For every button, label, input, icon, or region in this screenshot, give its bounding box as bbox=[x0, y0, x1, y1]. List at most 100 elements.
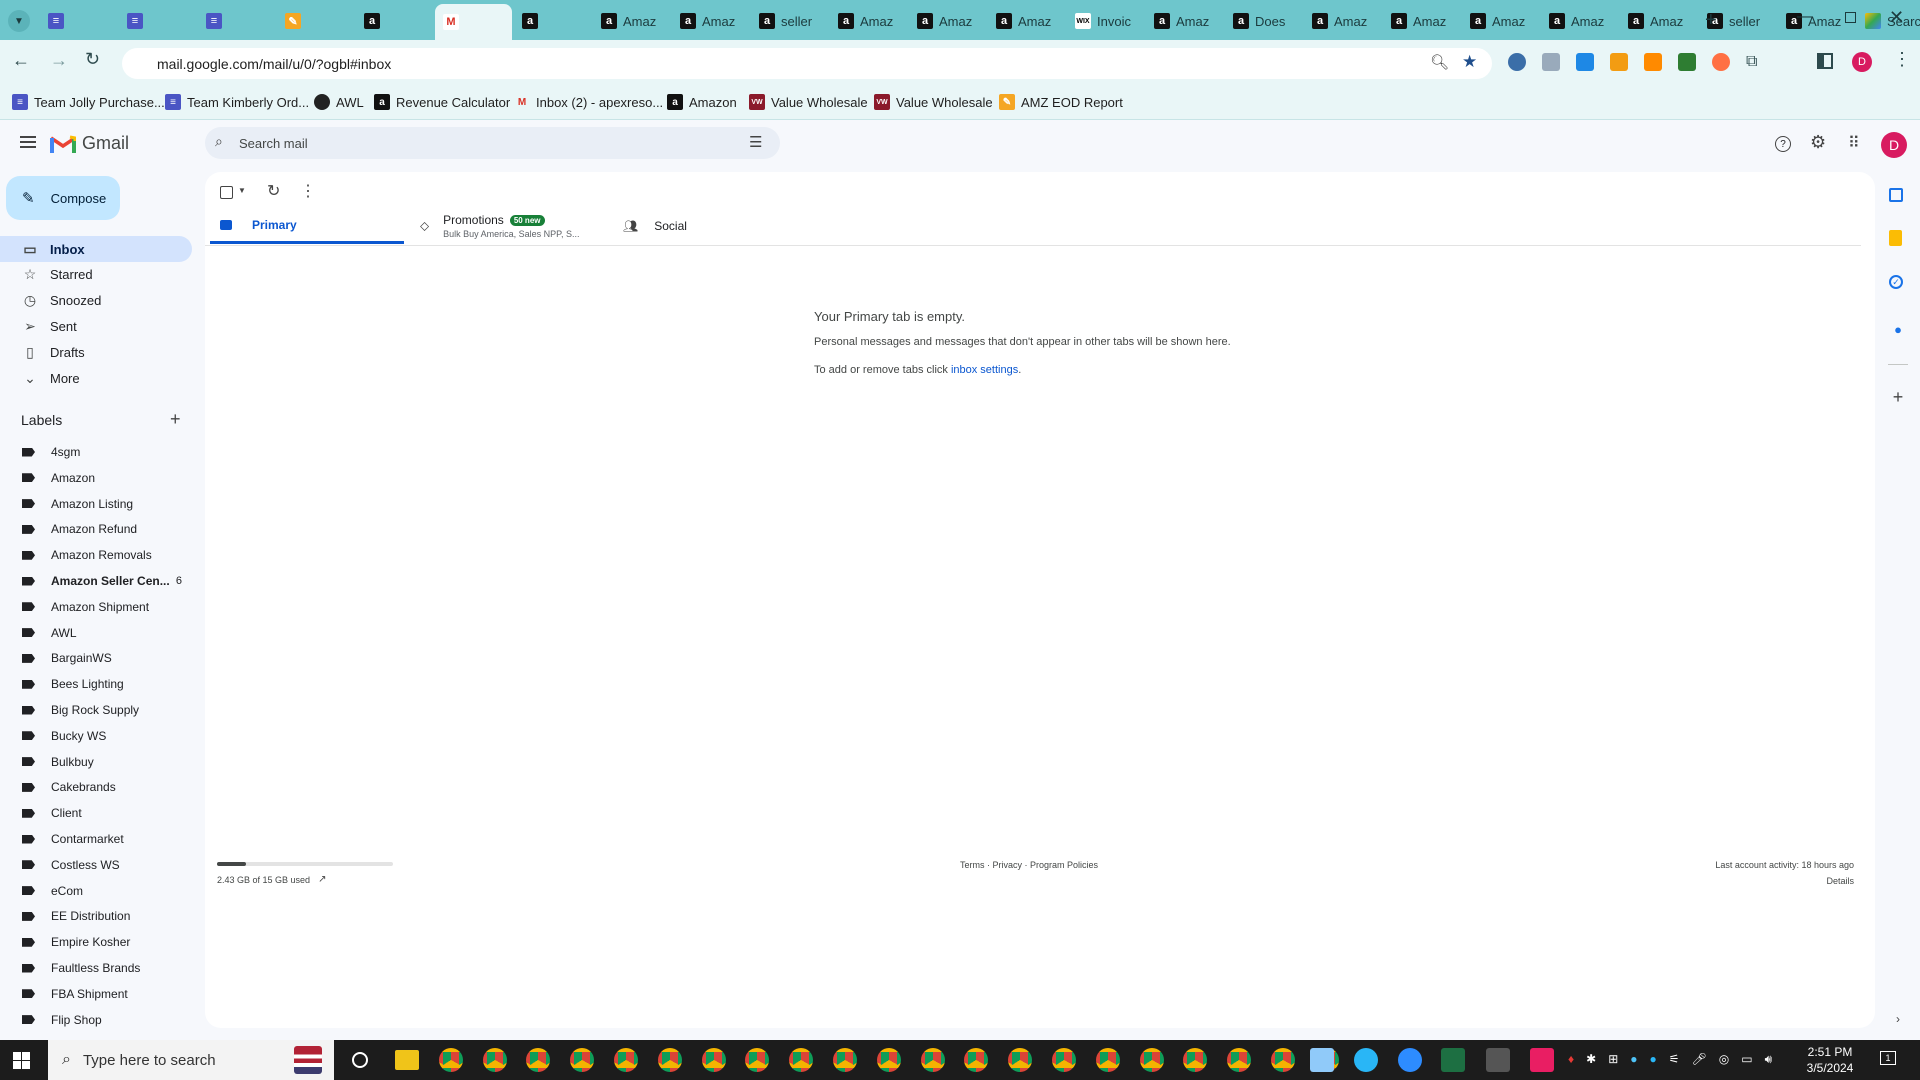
storage-usage[interactable]: 2.43 GB of 15 GB used ↗ bbox=[217, 874, 326, 885]
label-item[interactable]: Amazon bbox=[0, 467, 192, 489]
nav-item-sent[interactable]: ➢ Sent bbox=[0, 313, 192, 339]
bookmark-item[interactable]: VW Value Wholesale bbox=[749, 94, 868, 110]
chrome-profile-icon[interactable] bbox=[789, 1048, 814, 1072]
compose-button[interactable]: ✎ Compose bbox=[6, 176, 120, 220]
chrome-profile-icon[interactable] bbox=[701, 1048, 726, 1072]
file-explorer-icon[interactable] bbox=[395, 1050, 419, 1070]
settings-icon[interactable]: ⚙ bbox=[1810, 132, 1826, 153]
search-icon[interactable]: ⌕ bbox=[215, 133, 223, 150]
label-item[interactable]: Flip Shop bbox=[0, 1009, 192, 1031]
select-checkbox[interactable] bbox=[220, 186, 233, 199]
restore-button[interactable] bbox=[1845, 12, 1856, 23]
chrome-profile-icon[interactable] bbox=[964, 1048, 989, 1072]
notepad-icon[interactable] bbox=[1310, 1048, 1334, 1072]
omnibox[interactable]: mail.google.com/mail/u/0/?ogbl#inbox 🔍︎ … bbox=[122, 48, 1492, 79]
browser-tab[interactable]: WIX Invoic bbox=[1067, 6, 1144, 36]
label-item[interactable]: Bucky WS bbox=[0, 725, 192, 747]
apps-grid-icon[interactable]: ⠿ bbox=[1848, 133, 1860, 153]
select-dropdown-icon[interactable]: ▼ bbox=[238, 186, 246, 195]
puzzle-icon[interactable]: ⧉ bbox=[1746, 53, 1764, 71]
keep-icon[interactable] bbox=[1889, 230, 1902, 246]
chrome-profile-icon[interactable] bbox=[1227, 1048, 1252, 1072]
browser-tab[interactable]: a Amaz bbox=[593, 6, 670, 36]
taskbar-search-box[interactable]: ⌕ Type here to search bbox=[48, 1040, 334, 1080]
tab-search-button[interactable]: ▼ bbox=[8, 10, 30, 32]
browser-tab[interactable]: a Does bbox=[1225, 6, 1302, 36]
label-item[interactable]: Bulkbuy bbox=[0, 751, 192, 773]
browser-tab[interactable]: a Amaz bbox=[1383, 6, 1460, 36]
extension-icon[interactable] bbox=[1610, 53, 1628, 71]
label-item[interactable]: Bees Lighting bbox=[0, 673, 192, 695]
label-item[interactable]: FBA Shipment bbox=[0, 983, 192, 1005]
antivirus-icon[interactable]: ♦ bbox=[1568, 1052, 1574, 1067]
network-off-icon[interactable]: ⚟ bbox=[1669, 1052, 1680, 1067]
chrome-profile-icon[interactable] bbox=[614, 1048, 638, 1072]
gmail-logo[interactable]: Gmail bbox=[50, 133, 129, 154]
browser-tab[interactable]: M bbox=[435, 4, 512, 40]
footer-links[interactable]: Terms · Privacy · Program Policies bbox=[960, 860, 1098, 870]
chrome-profile-icon[interactable] bbox=[920, 1048, 945, 1072]
extension-icon[interactable] bbox=[1576, 53, 1594, 71]
close-window-button[interactable]: ✕ bbox=[1889, 7, 1904, 28]
minimize-button[interactable]: — bbox=[1797, 8, 1813, 26]
label-item[interactable]: EE Distribution bbox=[0, 905, 192, 927]
slack-icon[interactable] bbox=[438, 1048, 463, 1072]
new-tab-button[interactable]: + bbox=[1705, 9, 1717, 32]
chrome-profile-icon[interactable] bbox=[876, 1048, 901, 1072]
url-text[interactable]: mail.google.com/mail/u/0/?ogbl#inbox bbox=[157, 56, 391, 72]
snipping-tool-icon[interactable] bbox=[1530, 1048, 1554, 1072]
label-item[interactable]: Client bbox=[0, 802, 192, 824]
expand-panel-icon[interactable]: › bbox=[1889, 1010, 1907, 1028]
side-panel-icon[interactable] bbox=[1817, 53, 1833, 69]
more-options-icon[interactable]: ⋮ bbox=[300, 181, 316, 201]
clock[interactable]: 2:51 PM 3/5/2024 bbox=[1800, 1044, 1860, 1076]
cortana-icon[interactable] bbox=[352, 1052, 368, 1068]
label-item[interactable]: 4sgm bbox=[0, 441, 192, 463]
browser-tab[interactable]: a Amaz bbox=[909, 6, 986, 36]
bookmark-item[interactable]: ✎ AMZ EOD Report bbox=[999, 94, 1123, 110]
browser-tab[interactable]: a Amaz bbox=[1146, 6, 1223, 36]
bookmark-item[interactable]: VW Value Wholesale bbox=[874, 94, 993, 110]
excel-icon[interactable] bbox=[1441, 1048, 1465, 1072]
browser-tab[interactable]: a bbox=[514, 6, 591, 36]
forward-icon[interactable]: → bbox=[50, 50, 68, 71]
browser-tab[interactable]: a bbox=[356, 6, 433, 36]
volume-icon[interactable]: 🔊︎ bbox=[1765, 1052, 1773, 1067]
label-item[interactable]: Big Rock Supply bbox=[0, 699, 192, 721]
chrome-profile-icon[interactable] bbox=[570, 1048, 595, 1072]
label-item[interactable]: Costless WS bbox=[0, 854, 192, 876]
label-item[interactable]: BargainWS bbox=[0, 647, 192, 669]
back-icon[interactable]: ← bbox=[12, 50, 30, 71]
nav-item-starred[interactable]: ☆ Starred bbox=[0, 262, 192, 288]
bookmark-item[interactable]: M Inbox (2) - apexreso... bbox=[514, 94, 663, 110]
bookmark-star-icon[interactable]: ★ bbox=[1462, 52, 1477, 72]
extension-icon[interactable] bbox=[1508, 53, 1526, 71]
nav-item-snoozed[interactable]: ◷ Snoozed bbox=[0, 288, 192, 314]
chrome-profile-icon[interactable] bbox=[526, 1048, 551, 1072]
tab-primary[interactable]: Primary bbox=[210, 208, 404, 244]
zoom-tray-icon[interactable]: ● bbox=[1630, 1052, 1637, 1067]
tab-social[interactable]: 👥︎ Social bbox=[623, 208, 803, 244]
extension-icon[interactable] bbox=[1644, 53, 1662, 71]
tray-icon[interactable]: ✱ bbox=[1586, 1052, 1596, 1067]
browser-tab[interactable]: a Amaz bbox=[1541, 6, 1618, 36]
webcam-icon[interactable]: ◎ bbox=[1719, 1052, 1729, 1067]
browser-menu-icon[interactable]: ⋮ bbox=[1893, 49, 1911, 70]
telegram-icon[interactable] bbox=[1354, 1048, 1378, 1072]
zoom-icon[interactable]: 🔍︎ bbox=[1430, 53, 1449, 71]
tab-promotions[interactable]: ⬦ Promotions 50 new Bulk Buy America, Sa… bbox=[420, 208, 600, 244]
browser-tab[interactable]: ≡ bbox=[40, 6, 117, 36]
extension-icon[interactable] bbox=[1678, 53, 1696, 71]
help-icon[interactable]: ? bbox=[1775, 136, 1791, 152]
chrome-profile-icon[interactable] bbox=[1095, 1048, 1120, 1072]
reload-icon[interactable]: ↻ bbox=[85, 49, 100, 70]
label-item[interactable]: Empire Kosher bbox=[0, 931, 192, 953]
add-addon-icon[interactable]: + bbox=[1889, 387, 1907, 407]
browser-tab[interactable]: a Amaz bbox=[672, 6, 749, 36]
label-item[interactable]: Amazon Listing bbox=[0, 493, 192, 515]
chrome-profile-icon[interactable] bbox=[657, 1048, 682, 1072]
bookmark-item[interactable]: a Revenue Calculator bbox=[374, 94, 510, 110]
label-item[interactable]: AWL bbox=[0, 622, 192, 644]
calculator-icon[interactable] bbox=[1486, 1048, 1510, 1072]
chrome-profile-icon[interactable] bbox=[745, 1048, 770, 1072]
